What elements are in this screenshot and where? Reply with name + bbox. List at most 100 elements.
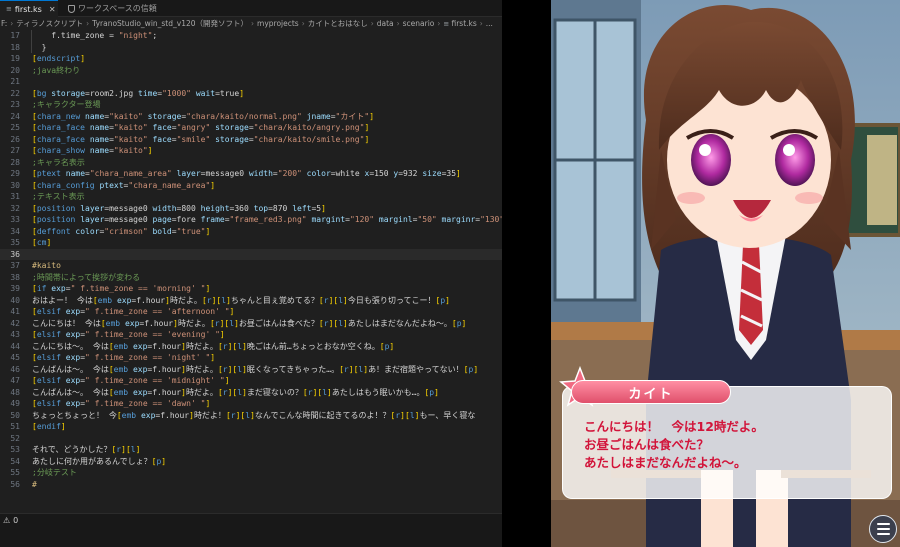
code-line[interactable]: 41 [elsif exp=" f.time_zone == 'afternoon… bbox=[0, 306, 502, 318]
warning-icon: ⚠ bbox=[3, 516, 11, 525]
code-line[interactable]: 17 f.time_zone = "night"; bbox=[0, 30, 502, 42]
code-line[interactable]: 46 こんばんは～。 今は[emb exp=f.hour]時だよ。[r][l]眠く… bbox=[0, 364, 502, 376]
code-line[interactable]: 22 [bg storage=room2.jpg time="1000" wait… bbox=[0, 88, 502, 100]
message-text: こんにちは！ 今は12時だよ。 お昼ごはんは食べた？ あたしはまだなんだよね～。 bbox=[584, 418, 884, 472]
code-line[interactable]: 38 ;時間帯によって挨拶が変わる bbox=[0, 272, 502, 284]
code-text: #kaito bbox=[32, 261, 61, 270]
code-text: # bbox=[32, 479, 37, 489]
code-line[interactable]: 35 [cm] bbox=[0, 237, 502, 249]
code-line[interactable]: 47 [elsif exp=" f.time_zone == 'midnight'… bbox=[0, 375, 502, 387]
code-line[interactable]: 27 [chara_show name="kaito"] bbox=[0, 145, 502, 157]
chevron-right-icon: › bbox=[251, 19, 255, 28]
breadcrumb-item[interactable]: TyranoStudio_win_std_v120（開発ソフト） bbox=[92, 18, 248, 29]
code-line[interactable]: 20 ;java終わり bbox=[0, 65, 502, 77]
problems-count: 0 bbox=[13, 516, 19, 525]
chevron-right-icon: › bbox=[370, 19, 374, 28]
line-number: 48 bbox=[10, 387, 20, 397]
line-number: 56 bbox=[10, 479, 20, 489]
code-line[interactable]: 26 [chara_face name="kaito" face="smile" … bbox=[0, 134, 502, 146]
chevron-right-icon: › bbox=[301, 19, 305, 28]
code-line[interactable]: 29 [ptext name="chara_name_area" layer=me… bbox=[0, 168, 502, 180]
code-line[interactable]: 43 [elsif exp=" f.time_zone == 'evening' … bbox=[0, 329, 502, 341]
code-text: こんばんは～。 今は[emb exp=f.hour]時だよ。[r][l]眠くなっ… bbox=[32, 364, 479, 374]
chevron-right-icon: › bbox=[479, 19, 483, 28]
breadcrumb-item[interactable]: myprojects bbox=[257, 19, 299, 28]
code-line[interactable]: 34 [deffont color="crimson" bold="true"] bbox=[0, 226, 502, 238]
code-text: こんばんは～。 今は[emb exp=f.hour]時だよ。[r][l]まだ寝な… bbox=[32, 387, 439, 397]
code-editor[interactable]: ≡ first.ks ✕ ワークスペースの信頼 F: › ティラノスクリプト ›… bbox=[0, 0, 502, 547]
tab-workspace-trust[interactable]: ワークスペースの信頼 bbox=[62, 0, 163, 17]
menu-button[interactable] bbox=[869, 515, 897, 543]
code-line[interactable]: 50 ちょっとちょっと！ 今[emb exp=f.hour]時だよ！[r][l]な… bbox=[0, 410, 502, 422]
code-text: ;時間帯によって挨拶が変わる bbox=[32, 272, 141, 282]
code-line[interactable]: 23 ;キャラクター登場 bbox=[0, 99, 502, 111]
breadcrumb-item[interactable]: data bbox=[377, 19, 394, 28]
code-text: [bg storage=room2.jpg time="1000" wait=t… bbox=[32, 88, 245, 98]
breadcrumb-item[interactable]: ティラノスクリプト bbox=[16, 18, 83, 29]
code-text: [chara_show name="kaito"] bbox=[32, 146, 153, 155]
speaker-name-box: カイト bbox=[571, 380, 731, 404]
code-line[interactable]: 54 あたしに何か用があるんでしょ？[p] bbox=[0, 456, 502, 468]
line-number: 33 bbox=[10, 215, 20, 224]
code-line[interactable]: 19 [endscript] bbox=[0, 53, 502, 65]
code-line[interactable]: 42 こんにちは！ 今は[emb exp=f.hour]時だよ。[r][l]お昼ご… bbox=[0, 318, 502, 330]
code-line[interactable]: 25 [chara_face name="kaito" face="angry" … bbox=[0, 122, 502, 134]
line-number: 55 bbox=[10, 468, 20, 477]
code-line[interactable]: 30 [chara_config ptext="chara_name_area"] bbox=[0, 180, 502, 192]
code-line[interactable]: 32 [position layer=message0 width=800 hei… bbox=[0, 203, 502, 215]
chevron-right-icon: › bbox=[86, 19, 90, 28]
tab-label: ワークスペースの信頼 bbox=[78, 4, 157, 13]
breadcrumb-item[interactable]: カイトとおはなし bbox=[308, 18, 368, 29]
code-line[interactable]: 48 こんばんは～。 今は[emb exp=f.hour]時だよ。[r][l]まだ… bbox=[0, 387, 502, 399]
message-line: あたしはまだなんだよね～。 bbox=[584, 455, 747, 470]
file-icon: ≡ bbox=[443, 19, 452, 28]
code-text: [elsif exp=" f.time_zone == 'afternoon' … bbox=[32, 307, 235, 316]
code-line[interactable]: 37 #kaito bbox=[0, 260, 502, 272]
line-number: 32 bbox=[10, 203, 20, 213]
code-line[interactable]: 55 ;分岐テスト bbox=[0, 467, 502, 479]
code-line[interactable]: 49 [elsif exp=" f.time_zone == 'dawn' "] bbox=[0, 398, 502, 410]
code-line[interactable]: 56 # bbox=[0, 479, 502, 491]
code-text: [elsif exp=" f.time_zone == 'dawn' "] bbox=[32, 399, 211, 408]
code-text: あたしに何か用があるんでしょ？[p] bbox=[32, 456, 167, 466]
code-text: [endif] bbox=[32, 422, 66, 431]
breadcrumb-item[interactable]: ... bbox=[486, 19, 493, 28]
code-line[interactable]: 45 [elsif exp=" f.time_zone == 'night' "] bbox=[0, 352, 502, 364]
breadcrumb-item[interactable]: F: bbox=[1, 19, 7, 28]
code-text: [if exp=" f.time_zone == 'morning' "] bbox=[32, 284, 211, 293]
code-line[interactable]: 21 bbox=[0, 76, 502, 88]
close-icon[interactable]: ✕ bbox=[49, 5, 56, 14]
line-number: 46 bbox=[10, 364, 20, 374]
code-line[interactable]: 36 bbox=[0, 248, 502, 260]
code-text: こんにちは！ 今は[emb exp=f.hour]時だよ。[r][l]お昼ごはん… bbox=[32, 318, 467, 328]
code-line[interactable]: 51 [endif] bbox=[0, 421, 502, 433]
code-line[interactable]: 39 [if exp=" f.time_zone == 'morning' "] bbox=[0, 283, 502, 295]
line-number: 54 bbox=[10, 456, 20, 466]
line-number: 47 bbox=[10, 376, 20, 385]
code-line[interactable]: 28 ;キャラ名表示 bbox=[0, 157, 502, 169]
code-line[interactable]: 53 それで、どうかした？[r][l] bbox=[0, 444, 502, 456]
code-line[interactable]: 18 } bbox=[0, 42, 502, 54]
line-number: 40 bbox=[10, 295, 20, 305]
code-line[interactable]: 31 ;テキスト表示 bbox=[0, 191, 502, 203]
breadcrumb-item[interactable]: scenario bbox=[403, 19, 435, 28]
code-text: [ptext name="chara_name_area" layer=mess… bbox=[32, 169, 461, 178]
tab-first-ks[interactable]: ≡ first.ks ✕ bbox=[0, 0, 58, 17]
line-number: 34 bbox=[10, 226, 20, 236]
chevron-right-icon: › bbox=[396, 19, 400, 28]
code-line[interactable]: 52 bbox=[0, 433, 502, 445]
problems-indicator[interactable]: ⚠ 0 bbox=[3, 516, 18, 525]
code-area[interactable]: 17 f.time_zone = "night"; 18 } 19 [endscrip… bbox=[0, 30, 502, 513]
line-number: 39 bbox=[10, 284, 20, 293]
code-text: こんにちは～。 今は[emb exp=f.hour]時だよ。[r][l]晩ごはん… bbox=[32, 341, 395, 351]
line-number: 21 bbox=[10, 77, 20, 86]
game-preview[interactable]: カイト こんにちは！ 今は12時だよ。 お昼ごはんは食べた？ あたしはまだなんだ… bbox=[551, 0, 900, 547]
line-number: 36 bbox=[10, 249, 20, 259]
code-line[interactable]: 33 [position layer=message0 page=fore fra… bbox=[0, 214, 502, 226]
code-text: それで、どうかした？[r][l] bbox=[32, 445, 141, 454]
breadcrumb-item[interactable]: first.ks bbox=[451, 19, 476, 28]
code-line[interactable]: 44 こんにちは～。 今は[emb exp=f.hour]時だよ。[r][l]晩ご… bbox=[0, 341, 502, 353]
code-line[interactable]: 24 [chara_new name="kaito" storage="chara… bbox=[0, 111, 502, 123]
code-line[interactable]: 40 おはよー！ 今は[emb exp=f.hour]時だよ。[r][l]ちゃんと… bbox=[0, 295, 502, 307]
line-number: 52 bbox=[10, 433, 20, 443]
